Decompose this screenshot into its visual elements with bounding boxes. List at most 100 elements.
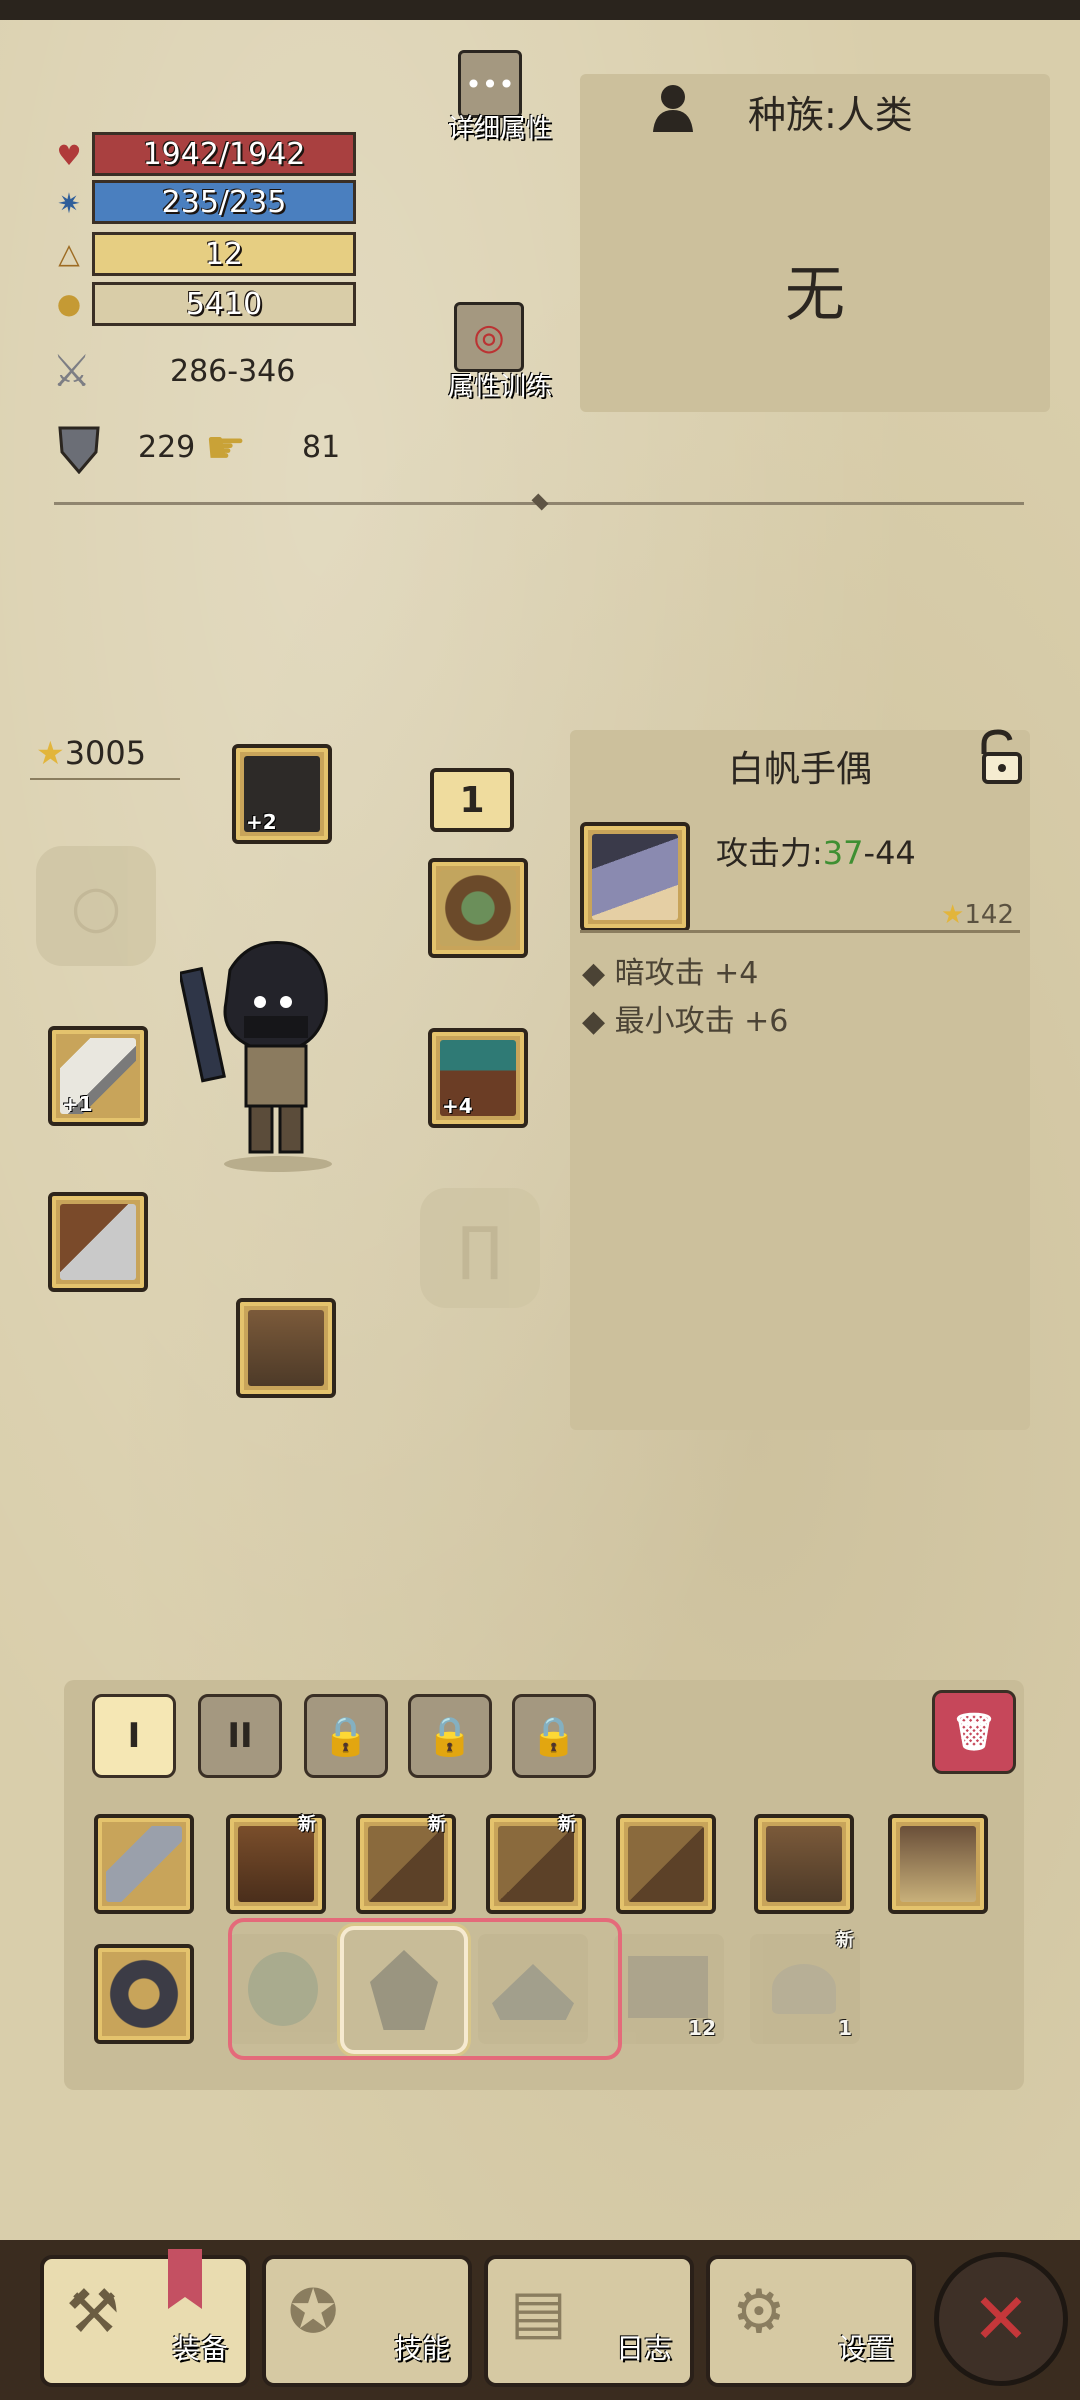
player-character [178, 940, 380, 1180]
race-value: 无 [785, 260, 845, 330]
bag-tab-locked-4[interactable]: 🔒 [408, 1694, 492, 1778]
ring-slot-empty[interactable]: ○ [36, 846, 156, 966]
heart-icon: ♥ [56, 138, 82, 172]
bonus-1-text: 暗攻击 +4 [614, 956, 759, 991]
lock-icon[interactable] [970, 728, 1026, 788]
lock-icon: 🔒 [426, 1713, 474, 1758]
level-bar: 12 [92, 232, 356, 276]
level-value: 12 [204, 236, 244, 272]
armor-slot[interactable]: +4 [428, 1028, 528, 1128]
shield-icon [56, 422, 102, 475]
item-preview [580, 822, 690, 932]
trash-icon: 🗑 [951, 1712, 997, 1753]
attack-min: 37 [822, 834, 864, 872]
nav-equip-label: 装备 [171, 2332, 228, 2365]
item-name: 白帆手偶 [727, 749, 872, 790]
bookmark-icon [168, 2249, 202, 2309]
new-badge: 新 [558, 1814, 576, 1835]
attr-training-label: 属性训练 [447, 372, 552, 402]
star-icon: ★ [941, 900, 965, 930]
supply-box-icon [368, 1826, 444, 1902]
attack-max: 44 [875, 834, 916, 872]
bag-tab-1-label: I [127, 1716, 141, 1756]
highlight-annotation [228, 1918, 622, 2060]
helmet-slot[interactable]: +2 [232, 744, 332, 844]
mana-icon: ✷ [57, 186, 81, 220]
mp-value: 235/235 [161, 184, 287, 220]
nav-equip[interactable]: ⚒ 装备 [40, 2249, 250, 2387]
detail-attrs-label: 详细属性 [447, 114, 552, 144]
weapon-plus: +1 [62, 1092, 93, 1116]
detail-attrs-button[interactable]: ••• 详细属性 [444, 46, 554, 156]
boots-slot[interactable] [236, 1298, 336, 1398]
bag-item-faded-horn[interactable]: 新 1 [750, 1930, 860, 2044]
close-icon: ✕ [971, 2278, 1031, 2360]
luck-icon: ☛ [205, 420, 247, 474]
bag-tab-locked-3[interactable]: 🔒 [304, 1694, 388, 1778]
gold-value: 5410 [185, 286, 263, 322]
item-info-panel: 白帆手偶 攻击力:37-44 ★142 ◆ 暗攻击 +4 ◆ 最小攻击 +6 [570, 728, 1030, 1430]
bag-item-boots-2[interactable] [888, 1814, 988, 1914]
new-badge: 新 [428, 1814, 446, 1835]
close-button[interactable]: ✕ [934, 2252, 1068, 2386]
nav-log-label: 日志 [615, 2332, 672, 2365]
bag-tab-1[interactable]: I [92, 1694, 176, 1778]
bag-item-boots-1[interactable] [754, 1814, 854, 1914]
nav-settings[interactable]: ⚙ 设置 [706, 2255, 916, 2387]
journal-icon: ▤ [510, 2277, 567, 2347]
item-count: 12 [688, 2016, 716, 2040]
hp-bar: 1942/1942 [92, 132, 356, 176]
new-badge: 新 [298, 1814, 316, 1835]
attr-training-button[interactable]: ◎ 属性训练 [444, 298, 554, 408]
bonus-2: ◆ 最小攻击 +6 [582, 1004, 789, 1039]
weapon-slot[interactable]: +1 [48, 1026, 148, 1126]
bag-item-box-1[interactable]: 新 [356, 1814, 456, 1914]
star-icon: ★ [36, 734, 65, 772]
attack-stat: 攻击力:37-44 [716, 828, 916, 874]
hp-value: 1942/1942 [142, 136, 306, 172]
set-tag-value: 1 [459, 779, 485, 821]
ring-icon [106, 1956, 182, 2032]
boots-icon [900, 1826, 976, 1902]
set-tag[interactable]: 1 [430, 768, 514, 832]
pants-slot-empty[interactable]: ∏ [420, 1188, 540, 1308]
bag-item-chest[interactable]: 新 [226, 1814, 326, 1914]
axe-icon: ⚒ [66, 2277, 120, 2347]
person-icon [650, 82, 696, 132]
attack-range: 286-346 [170, 354, 296, 389]
item-stars-value: 142 [964, 900, 1014, 930]
gold-bar: 5410 [92, 282, 356, 326]
gloves-slot[interactable] [48, 1192, 148, 1292]
swords-icon: ⚔ [52, 346, 92, 397]
skill-icon: ✪ [288, 2277, 339, 2347]
lock-icon: 🔒 [322, 1713, 370, 1758]
item-stars: ★142 [941, 900, 1014, 930]
puppet-icon [592, 834, 678, 920]
new-badge: 新 [836, 1930, 854, 1951]
nav-settings-label: 设置 [837, 2332, 894, 2365]
target-icon: ◎ [454, 302, 524, 372]
attack-sep: - [863, 834, 876, 872]
pants-icon: ∏ [458, 1214, 502, 1282]
bag-item-box-2[interactable]: 新 [486, 1814, 586, 1914]
treasure-chest-icon [238, 1826, 314, 1902]
bonus-2-text: 最小攻击 +6 [614, 1004, 789, 1039]
trash-button[interactable]: 🗑 [932, 1690, 1016, 1774]
bag-tab-2[interactable]: II [198, 1694, 282, 1778]
level-icon: △ [58, 236, 80, 270]
nav-skills[interactable]: ✪ 技能 [262, 2255, 472, 2387]
nav-log[interactable]: ▤ 日志 [484, 2255, 694, 2387]
bag-item-ring[interactable] [94, 1944, 194, 2044]
bag-item-faded-stack[interactable]: 12 [614, 1934, 724, 2044]
star-power-value: 3005 [64, 734, 147, 772]
lock-icon: 🔒 [530, 1713, 578, 1758]
bag-tab-locked-5[interactable]: 🔒 [512, 1694, 596, 1778]
bonus-1: ◆ 暗攻击 +4 [582, 956, 759, 991]
star-power: ★3005 [36, 734, 146, 772]
bag-item-sword[interactable] [94, 1814, 194, 1914]
horn-icon [772, 1964, 836, 2014]
bag-item-box-3[interactable] [616, 1814, 716, 1914]
boots-icon [766, 1826, 842, 1902]
necklace-slot[interactable] [428, 858, 528, 958]
boots-icon [248, 1310, 324, 1386]
